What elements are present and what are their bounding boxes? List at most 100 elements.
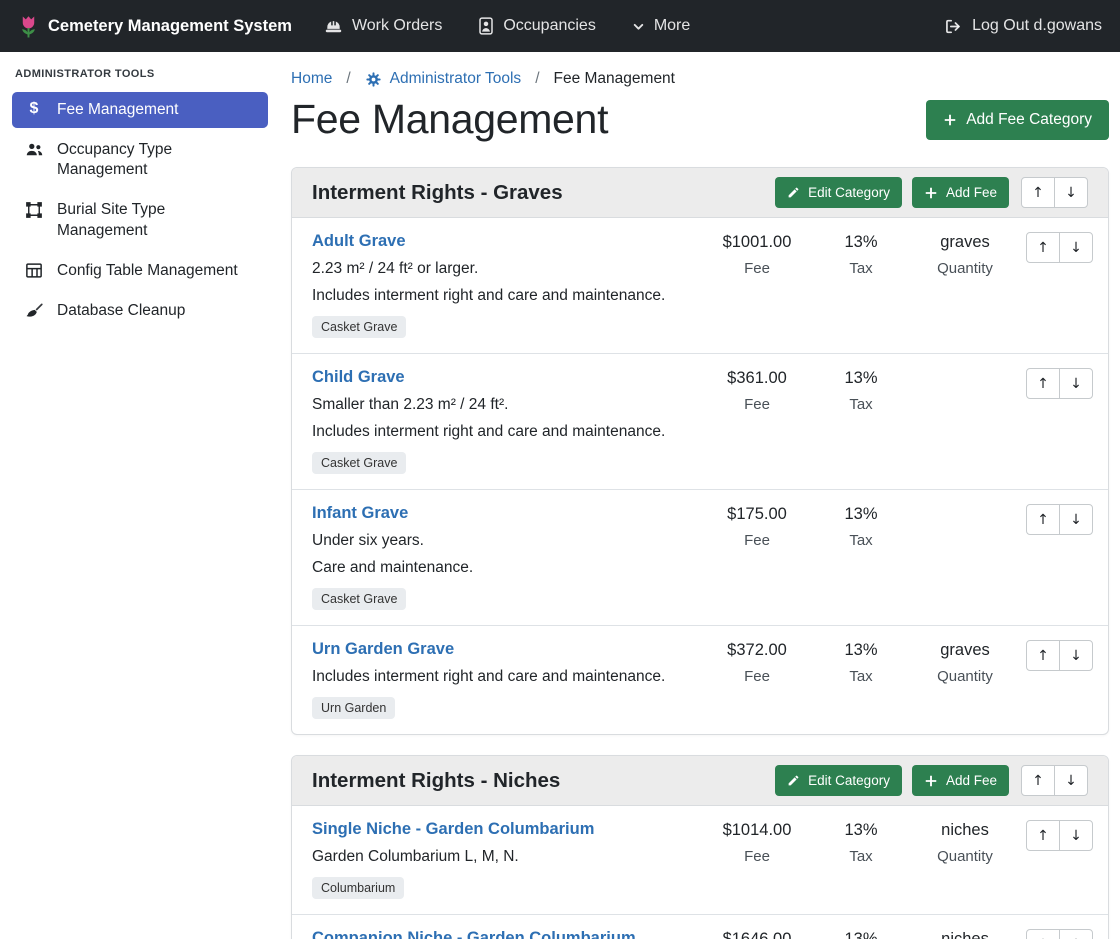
breadcrumb-admin-tools-label: Administrator Tools	[390, 70, 522, 88]
app-brand: Cemetery Management System	[18, 14, 292, 39]
fee-reorder-group: ↑ ↓	[1017, 929, 1093, 939]
move-category-down-button[interactable]: ↓	[1054, 765, 1088, 796]
nav-item-more[interactable]: More	[632, 17, 690, 35]
fee-quantity: graves	[913, 641, 1017, 660]
arrow-down-icon: ↓	[1070, 648, 1082, 664]
fee-label: Fee	[705, 532, 809, 549]
fee-tax-column: 13% Tax	[809, 929, 913, 939]
plus-icon	[924, 774, 938, 788]
fee-amount-column: $372.00 Fee	[705, 640, 809, 685]
fee-descriptions: Includes interment right and care and ma…	[312, 668, 705, 686]
fee-reorder-group: ↑ ↓	[1017, 368, 1093, 399]
chevron-down-icon	[632, 20, 645, 33]
arrow-up-icon: ↑	[1037, 828, 1049, 844]
move-category-down-button[interactable]: ↓	[1054, 177, 1088, 208]
move-fee-down-button[interactable]: ↓	[1059, 640, 1093, 671]
move-fee-up-button[interactable]: ↑	[1026, 640, 1060, 671]
nav-item-label: Work Orders	[352, 17, 442, 35]
fee-row-single-niche-garden-columbarium: Single Niche - Garden Columbarium Garden…	[292, 806, 1108, 914]
add-fee-button[interactable]: Add Fee	[912, 765, 1009, 796]
fee-type-badge: Columbarium	[312, 877, 404, 899]
fee-tax-column: 13% Tax	[809, 368, 913, 413]
fee-label: Fee	[705, 668, 809, 685]
fee-tax: 13%	[809, 930, 913, 939]
fee-descriptions: 2.23 m² / 24 ft² or larger.Includes inte…	[312, 260, 705, 305]
nav-item-occupancies[interactable]: Occupancies	[478, 17, 596, 35]
move-category-up-button[interactable]: ↑	[1021, 765, 1055, 796]
fee-tax-column: 13% Tax	[809, 504, 913, 549]
edit-category-button[interactable]: Edit Category	[775, 765, 902, 796]
arrow-up-icon: ↑	[1037, 512, 1049, 528]
fee-reorder-group: ↑ ↓	[1017, 232, 1093, 263]
fee-description: Smaller than 2.23 m² / 24 ft².	[312, 396, 705, 414]
fee-name-link[interactable]: Adult Grave	[312, 232, 406, 251]
edit-category-button[interactable]: Edit Category	[775, 177, 902, 208]
logout-link[interactable]: Log Out d.gowans	[944, 17, 1102, 35]
fee-name-link[interactable]: Single Niche - Garden Columbarium	[312, 820, 594, 839]
fee-name-link[interactable]: Companion Niche - Garden Columbarium	[312, 929, 636, 939]
arrow-up-icon: ↑	[1032, 185, 1044, 201]
sidebar-item-database-cleanup[interactable]: Database Cleanup	[12, 293, 268, 329]
sidebar-item-occupancy-type-management[interactable]: Occupancy Type Management	[12, 132, 268, 188]
plus-icon	[943, 113, 957, 127]
add-fee-button[interactable]: Add Fee	[912, 177, 1009, 208]
move-fee-up-button[interactable]: ↑	[1026, 232, 1060, 263]
fee-name-link[interactable]: Infant Grave	[312, 504, 408, 523]
fee-type-badge: Casket Grave	[312, 316, 406, 338]
broom-icon	[24, 302, 44, 320]
fee-info: Child Grave Smaller than 2.23 m² / 24 ft…	[312, 368, 705, 474]
fee-quantity-column: graves Quantity	[913, 640, 1017, 685]
fee-quantity: niches	[913, 821, 1017, 840]
sidebar: ADMINISTRATOR TOOLS $ Fee Management Occ…	[0, 52, 280, 939]
sidebar-item-label: Config Table Management	[57, 261, 238, 281]
move-fee-up-button[interactable]: ↑	[1026, 368, 1060, 399]
move-fee-down-button[interactable]: ↓	[1059, 504, 1093, 535]
arrow-up-icon: ↑	[1037, 648, 1049, 664]
move-fee-up-button[interactable]: ↑	[1026, 820, 1060, 851]
nav-item-work-orders[interactable]: Work Orders	[324, 17, 442, 35]
fee-info: Urn Garden Grave Includes interment righ…	[312, 640, 705, 719]
breadcrumb-admin-tools-link[interactable]: Administrator Tools	[365, 70, 522, 88]
breadcrumb-home-link[interactable]: Home	[291, 70, 332, 88]
breadcrumb-current: Fee Management	[554, 70, 676, 88]
main-content: Home / Administrator Tools / Fee Managem…	[280, 52, 1120, 939]
fee-descriptions: Smaller than 2.23 m² / 24 ft².Includes i…	[312, 396, 705, 441]
table-icon	[24, 262, 44, 279]
sidebar-item-burial-site-type-management[interactable]: Burial Site Type Management	[12, 192, 268, 248]
page-title: Fee Management	[291, 96, 608, 143]
fee-descriptions: Garden Columbarium L, M, N.	[312, 848, 705, 866]
users-icon	[24, 141, 44, 158]
fee-category-card-interment-rights-niches: Interment Rights - Niches Edit Category …	[291, 755, 1109, 939]
move-fee-up-button[interactable]: ↑	[1026, 504, 1060, 535]
sidebar-item-fee-management[interactable]: $ Fee Management	[12, 92, 268, 128]
fee-row-infant-grave: Infant Grave Under six years.Care and ma…	[292, 489, 1108, 625]
move-fee-down-button[interactable]: ↓	[1059, 368, 1093, 399]
fee-tax-column: 13% Tax	[809, 820, 913, 865]
fee-amount: $1646.00	[705, 930, 809, 939]
arrow-down-icon: ↓	[1070, 828, 1082, 844]
fee-description: Garden Columbarium L, M, N.	[312, 848, 705, 866]
move-fee-down-button[interactable]: ↓	[1059, 929, 1093, 939]
fee-amount: $1014.00	[705, 821, 809, 840]
add-fee-category-button[interactable]: Add Fee Category	[926, 100, 1109, 140]
fee-amount: $372.00	[705, 641, 809, 660]
move-fee-up-button[interactable]: ↑	[1026, 929, 1060, 939]
fee-description: Under six years.	[312, 532, 705, 550]
fee-name-link[interactable]: Urn Garden Grave	[312, 640, 454, 659]
fee-name-link[interactable]: Child Grave	[312, 368, 405, 387]
move-category-up-button[interactable]: ↑	[1021, 177, 1055, 208]
category-reorder-group: ↑ ↓	[1021, 177, 1088, 208]
fee-description: Includes interment right and care and ma…	[312, 668, 705, 686]
arrow-up-icon: ↑	[1037, 376, 1049, 392]
category-list: Interment Rights - Graves Edit Category …	[291, 167, 1109, 939]
sidebar-item-config-table-management[interactable]: Config Table Management	[12, 253, 268, 289]
fee-descriptions: Under six years.Care and maintenance.	[312, 532, 705, 577]
category-title: Interment Rights - Graves	[312, 181, 765, 205]
edit-category-label: Edit Category	[808, 773, 890, 788]
category-fee-list: Adult Grave 2.23 m² / 24 ft² or larger.I…	[292, 218, 1108, 734]
sidebar-heading: ADMINISTRATOR TOOLS	[15, 68, 265, 80]
fee-label: Fee	[705, 848, 809, 865]
move-fee-down-button[interactable]: ↓	[1059, 820, 1093, 851]
arrow-down-icon: ↓	[1070, 512, 1082, 528]
move-fee-down-button[interactable]: ↓	[1059, 232, 1093, 263]
